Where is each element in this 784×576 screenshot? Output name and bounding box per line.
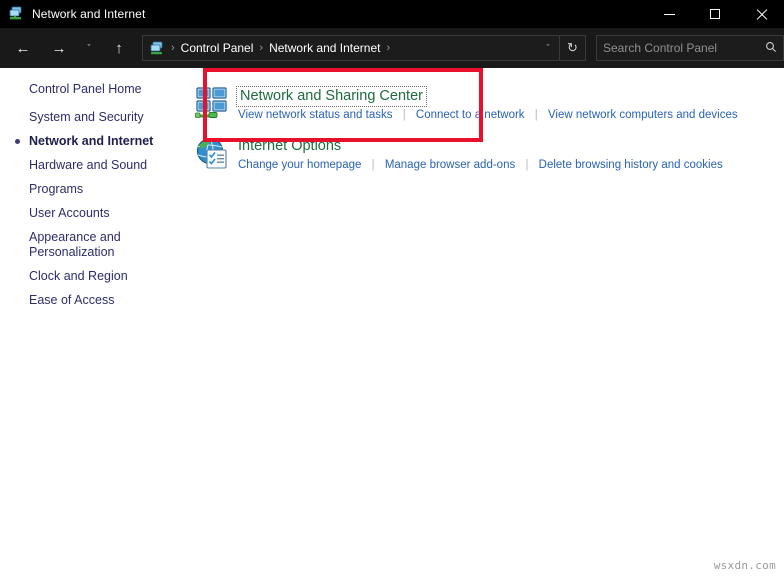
forward-button[interactable]: → — [46, 35, 72, 61]
link-connect-to-a-network[interactable]: Connect to a network — [416, 109, 525, 121]
close-button[interactable] — [738, 0, 784, 28]
network-breadcrumb-icon — [149, 40, 165, 56]
sidebar-item-label: User Accounts — [29, 206, 110, 220]
link-delete-browsing-history-and-cookies[interactable]: Delete browsing history and cookies — [539, 159, 723, 171]
link-view-network-status-and-tasks[interactable]: View network status and tasks — [238, 109, 392, 121]
link-divider: | — [534, 109, 538, 121]
control-panel-window: Network and Internet ← → ˇ ↑ › Control P… — [0, 0, 784, 576]
search-box[interactable]: Search Control Panel — [596, 35, 784, 61]
link-change-your-homepage[interactable]: Change your homepage — [238, 159, 361, 171]
breadcrumb-separator-2[interactable]: › — [386, 42, 390, 54]
link-manage-browser-add-ons[interactable]: Manage browser add-ons — [385, 159, 515, 171]
sidebar-item-label-line2: Personalization — [29, 245, 115, 259]
category-title-link[interactable]: Internet Options — [238, 138, 341, 155]
sidebar-item-label: System and Security — [29, 110, 144, 124]
sidebar-item-network-and-internet[interactable]: Network and Internet — [0, 134, 180, 149]
category-sublinks: Change your homepage | Manage browser ad… — [238, 158, 723, 173]
back-button[interactable]: ← — [10, 35, 36, 61]
category-sublinks: View network status and tasks | Connect … — [238, 108, 738, 123]
sidebar-item-clock-and-region[interactable]: Clock and Region — [0, 269, 180, 284]
sidebar: Control Panel Home System and Security N… — [0, 68, 195, 576]
up-button[interactable]: ↑ — [106, 35, 132, 61]
sidebar-item-label: Hardware and Sound — [29, 158, 148, 172]
refresh-button[interactable]: ↻ — [559, 35, 585, 61]
forward-arrow-icon: → — [51, 39, 67, 57]
link-divider: | — [371, 159, 375, 171]
maximize-icon — [710, 9, 720, 19]
category-text-block: Network and Sharing Center View network … — [236, 86, 738, 123]
category-network-and-sharing-center: Network and Sharing Center View network … — [195, 86, 738, 123]
category-internet-options: Internet Options Change your homepage | … — [195, 136, 723, 173]
sidebar-item-appearance-and-personalization[interactable]: Appearance and Personalization — [0, 230, 180, 260]
minimize-icon — [663, 13, 675, 15]
address-bar[interactable]: › Control Panel › Network and Internet ›… — [142, 35, 586, 61]
sidebar-item-user-accounts[interactable]: User Accounts — [0, 206, 180, 221]
category-list: Network and Sharing Center View network … — [195, 68, 784, 576]
window-title: Network and Internet — [32, 7, 146, 21]
watermark: wsxdn.com — [713, 559, 776, 572]
sidebar-item-control-panel-home[interactable]: Control Panel Home — [0, 82, 180, 97]
address-dropdown-button[interactable]: ˇ — [537, 43, 559, 53]
minimize-button[interactable] — [646, 0, 692, 28]
category-text-block: Internet Options Change your homepage | … — [238, 136, 723, 173]
content-area: Control Panel Home System and Security N… — [0, 68, 784, 576]
sidebar-item-ease-of-access[interactable]: Ease of Access — [0, 293, 180, 308]
back-arrow-icon: ← — [15, 39, 31, 57]
breadcrumb-separator-1: › — [259, 42, 264, 54]
navigation-bar: ← → ˇ ↑ › Control Panel › Network and In… — [0, 28, 784, 68]
internet-options-icon — [195, 136, 229, 170]
sidebar-item-programs[interactable]: Programs — [0, 182, 180, 197]
title-bar: Network and Internet — [0, 0, 784, 28]
sidebar-item-label: Appearance and — [29, 230, 121, 244]
sidebar-item-system-and-security[interactable]: System and Security — [0, 110, 180, 125]
chevron-down-icon: ˇ — [87, 43, 91, 53]
network-sharing-center-icon — [195, 86, 229, 120]
sidebar-item-label: Control Panel Home — [29, 82, 142, 96]
window-controls — [646, 0, 784, 28]
sidebar-item-label: Programs — [29, 182, 84, 196]
up-arrow-icon: ↑ — [115, 39, 123, 57]
sidebar-item-hardware-and-sound[interactable]: Hardware and Sound — [0, 158, 180, 173]
close-icon — [756, 9, 767, 20]
category-title-link[interactable]: Network and Sharing Center — [236, 86, 427, 107]
link-view-network-computers-and-devices[interactable]: View network computers and devices — [548, 109, 738, 121]
link-divider: | — [525, 159, 529, 171]
search-input[interactable]: Search Control Panel — [603, 41, 765, 55]
sidebar-item-label: Network and Internet — [29, 134, 154, 148]
breadcrumb-separator-0: › — [171, 42, 175, 54]
breadcrumb-network-and-internet[interactable]: Network and Internet — [269, 41, 380, 55]
breadcrumb-control-panel[interactable]: Control Panel — [181, 41, 254, 55]
network-window-icon — [8, 6, 24, 22]
sidebar-item-label: Ease of Access — [29, 293, 115, 307]
link-divider: | — [402, 109, 406, 121]
search-icon — [765, 41, 777, 56]
maximize-button[interactable] — [692, 0, 738, 28]
sidebar-item-label: Clock and Region — [29, 269, 128, 283]
recent-locations-button[interactable]: ˇ — [80, 35, 98, 61]
